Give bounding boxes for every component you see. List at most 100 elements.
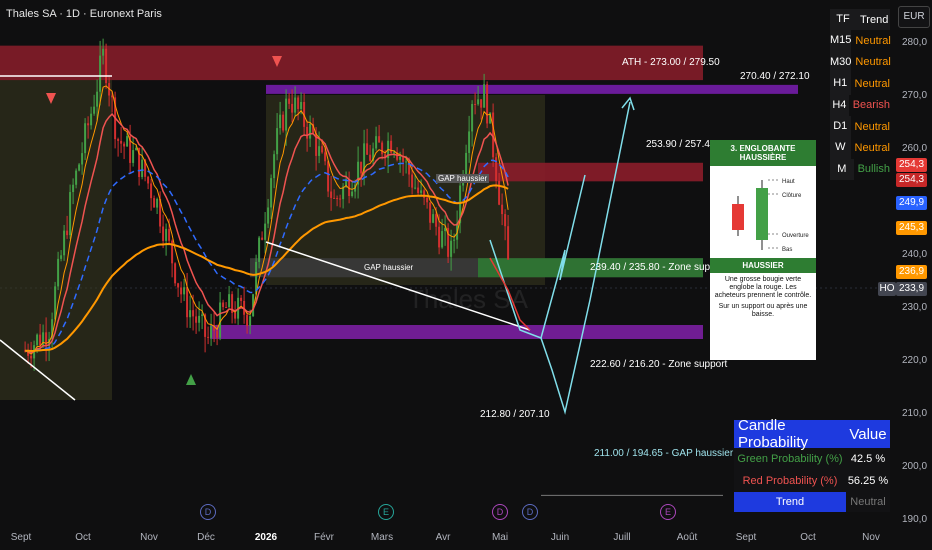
zone-resistance-2-label: 253.90 / 257.40 [646, 139, 716, 150]
card-label-close: Clôture [782, 193, 802, 199]
candle-body [294, 97, 297, 113]
candle-body [105, 48, 108, 84]
trend-value-cell: Neutral [854, 77, 890, 90]
event-icon[interactable]: E [660, 504, 676, 520]
candle-body [429, 202, 432, 223]
card-label-high: Haut [782, 179, 795, 185]
candle-body [216, 330, 219, 338]
candle-body [426, 197, 429, 203]
trend-tf: M15 [830, 30, 852, 52]
candle-body [420, 190, 423, 193]
price-tick: 280,0 [902, 37, 928, 48]
candle-body [156, 198, 159, 208]
currency-button[interactable]: EUR [898, 6, 930, 28]
candle-body [288, 98, 291, 104]
candle-body [87, 123, 90, 126]
candle-body [333, 197, 336, 199]
candle-body [183, 287, 186, 295]
candle-body [93, 106, 96, 114]
price-tick: 190,0 [902, 514, 928, 525]
trend-tf: M [830, 158, 854, 181]
candle-body [501, 204, 504, 215]
buy-marker [186, 374, 196, 385]
candle-body [339, 198, 342, 200]
time-tick: 2026 [254, 532, 278, 543]
candle-body [507, 226, 510, 260]
candle-body [417, 187, 420, 193]
price-label: 254,3 [896, 173, 927, 187]
candle-body [318, 146, 321, 156]
candle-body [282, 114, 285, 131]
event-icon[interactable]: D [522, 504, 538, 520]
prob-header-label: Candle Probability [738, 417, 809, 451]
event-icon[interactable]: E [378, 504, 394, 520]
gap-label-2: GAP haussier [364, 263, 414, 272]
red-prob-label: Red Probability (%) [742, 475, 838, 487]
candle-body [300, 101, 303, 109]
trend-label: Trend [734, 492, 846, 512]
candle-body [30, 355, 33, 359]
trend-value-cell: Neutral [854, 142, 890, 155]
event-icon[interactable]: D [200, 504, 216, 520]
trend-row: M15 Neutral [830, 30, 891, 52]
candle-body [267, 207, 270, 224]
trend-header-trend: Trend [860, 13, 889, 26]
candle-body [378, 136, 381, 143]
time-tick: Sept [10, 532, 32, 543]
candle-body [276, 128, 279, 155]
candle-body [258, 237, 261, 262]
trend-value-cell: Neutral [855, 35, 891, 48]
trend-row: D1 Neutral [830, 115, 890, 138]
time-tick: Août [676, 532, 698, 543]
time-tick: Oct [75, 532, 91, 543]
candle-body [177, 283, 180, 288]
price-label: 233,9 [896, 282, 927, 296]
candle-body [123, 143, 126, 147]
candle-body [69, 192, 72, 236]
trend-tf: W [830, 137, 851, 159]
candle-body [483, 84, 486, 108]
candle-body [306, 126, 309, 139]
candle-body [438, 226, 441, 248]
candle-body [228, 294, 231, 308]
candle-body [225, 307, 228, 309]
card-label-low: Bas [782, 247, 792, 253]
zone-support-3-label: 212.80 / 207.10 [480, 409, 550, 420]
pattern-card-text-2: Sur un support ou après une baisse. [718, 303, 808, 318]
candle-body [486, 84, 489, 124]
zone-support-2-label: 222.60 / 216.20 - Zone support [590, 359, 728, 370]
trend-value-cell: Bullish [857, 163, 890, 176]
candle-body [366, 143, 369, 155]
candle-body [414, 187, 417, 189]
candle-body [168, 228, 171, 241]
candle-body [234, 312, 237, 319]
prob-header-value: Value [849, 425, 887, 443]
candle-body [441, 231, 444, 248]
candle-body [60, 255, 63, 259]
candle-body [207, 336, 210, 338]
trend-value-cell: Neutral [854, 120, 890, 133]
trend-row: M30 Neutral [830, 51, 891, 74]
trend-tf: M30 [830, 51, 852, 74]
time-tick: Nov [140, 532, 158, 543]
price-label: HO [878, 282, 896, 296]
event-icon[interactable]: D [492, 504, 508, 520]
time-tick: Nov [862, 532, 880, 543]
candle-body [246, 314, 249, 327]
candle-body [477, 99, 480, 105]
candle-body [132, 150, 135, 163]
candle-body [72, 184, 75, 193]
green-prob-value: 42.5 % [850, 453, 886, 465]
trend-value-cell: Neutral [855, 56, 891, 69]
candle-body [393, 152, 396, 154]
candle-body [270, 178, 273, 208]
trend-row: M Bullish [830, 158, 890, 181]
pattern-card: 3. ENGLOBANTE HAUSSIÈRE Haut Clôture Ouv… [710, 140, 816, 360]
candle-body [153, 198, 156, 208]
candle-body [174, 263, 177, 284]
candle-body [360, 161, 363, 174]
trend-tf: H4 [830, 94, 849, 116]
candle-body [210, 326, 213, 338]
pattern-card-title: 3. ENGLOBANTE HAUSSIÈRE [710, 140, 816, 166]
candle-body [84, 123, 87, 154]
